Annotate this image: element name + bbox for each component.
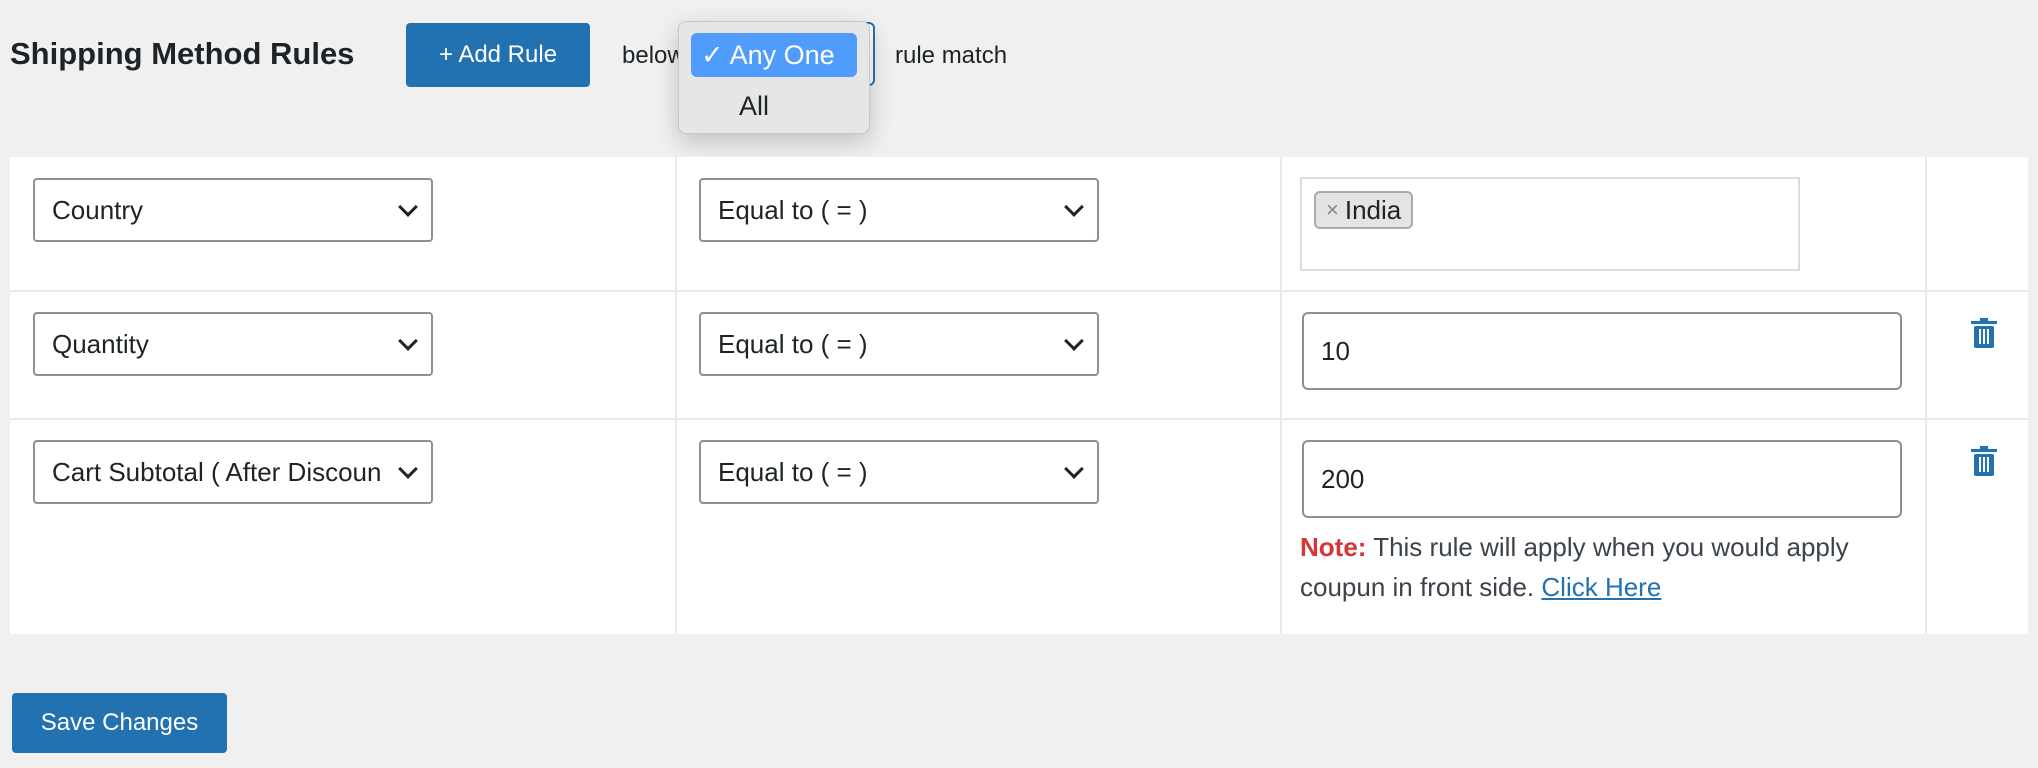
click-here-link[interactable]: Click Here bbox=[1541, 572, 1661, 602]
chevron-down-icon bbox=[1064, 459, 1084, 479]
chevron-down-icon bbox=[398, 197, 418, 217]
match-prefix: below bbox=[622, 42, 685, 69]
trash-icon[interactable] bbox=[1970, 446, 1998, 476]
value-input[interactable]: 200 bbox=[1302, 440, 1902, 518]
option-any-one[interactable]: ✓ Any One bbox=[691, 33, 857, 77]
operator-select[interactable]: Equal to ( = ) bbox=[699, 312, 1099, 376]
trash-icon[interactable] bbox=[1970, 318, 1998, 348]
save-changes-button[interactable]: Save Changes bbox=[12, 693, 227, 753]
remove-tag-icon[interactable]: × bbox=[1326, 197, 1339, 223]
option-all[interactable]: All bbox=[691, 84, 857, 128]
field-select[interactable]: Quantity bbox=[33, 312, 433, 376]
rules-table: Country Equal to ( = ) × India Quantity E… bbox=[10, 157, 2028, 634]
field-select[interactable]: Cart Subtotal ( After Discount ) bbox=[33, 440, 433, 504]
chevron-down-icon bbox=[398, 331, 418, 351]
value-input[interactable]: 10 bbox=[1302, 312, 1902, 390]
rule-row: Country Equal to ( = ) × India bbox=[10, 157, 2028, 292]
rule-row: Quantity Equal to ( = ) 10 bbox=[10, 292, 2028, 420]
field-select[interactable]: Country bbox=[33, 178, 433, 242]
chevron-down-icon bbox=[1064, 197, 1084, 217]
chevron-down-icon bbox=[1064, 331, 1084, 351]
page-title: Shipping Method Rules bbox=[10, 36, 355, 71]
rule-note: Note: This rule will apply when you woul… bbox=[1300, 532, 1849, 602]
match-dropdown: ✓ Any One All bbox=[678, 21, 870, 134]
rule-row: Cart Subtotal ( After Discount ) Equal t… bbox=[10, 420, 2028, 634]
tag-india: × India bbox=[1314, 191, 1414, 229]
match-suffix: rule match bbox=[895, 42, 1008, 69]
add-rule-button[interactable]: + Add Rule bbox=[406, 23, 590, 87]
operator-select[interactable]: Equal to ( = ) bbox=[699, 178, 1099, 242]
country-multiselect[interactable]: × India bbox=[1300, 177, 1800, 271]
operator-select[interactable]: Equal to ( = ) bbox=[699, 440, 1099, 504]
chevron-down-icon bbox=[398, 459, 418, 479]
